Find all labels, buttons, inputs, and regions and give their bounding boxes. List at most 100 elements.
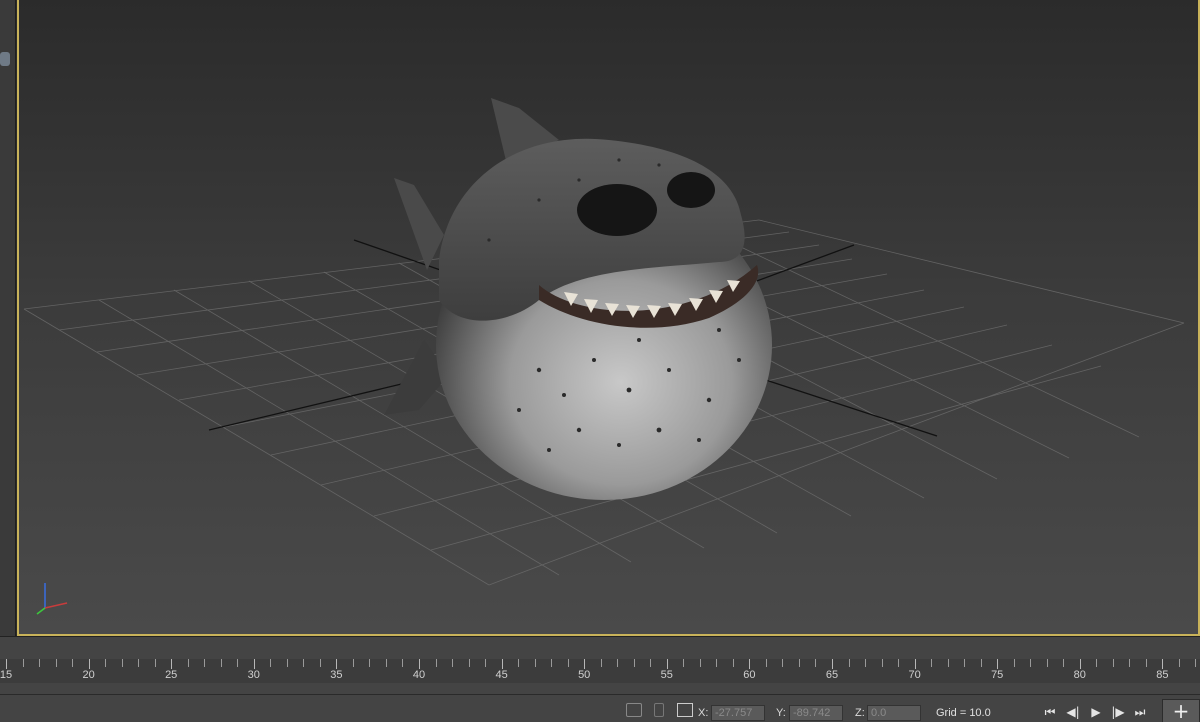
ruler-tick <box>732 659 734 667</box>
ruler-label: 30 <box>247 669 260 681</box>
ruler-tick <box>947 659 949 667</box>
ruler-major-tick <box>6 659 7 669</box>
ruler-tick <box>600 659 602 667</box>
ruler-tick <box>848 659 850 667</box>
ruler-tick <box>1063 659 1065 667</box>
ruler-tick <box>286 659 288 667</box>
ruler-tick <box>1046 659 1048 667</box>
ruler-major-tick <box>749 659 751 669</box>
ruler-tick <box>1195 659 1197 667</box>
ruler-major-tick <box>584 659 586 669</box>
absolute-mode-transform-icon[interactable] <box>677 703 693 717</box>
ruler-tick <box>121 659 123 667</box>
ruler-tick <box>815 659 817 667</box>
ruler-tick <box>1145 659 1147 667</box>
ruler-major-tick <box>914 659 916 669</box>
ruler-label: 20 <box>82 669 95 681</box>
ruler-label: 25 <box>165 669 178 681</box>
ruler-label: 40 <box>412 669 426 681</box>
ruler-tick <box>765 659 767 667</box>
ruler-label: 45 <box>495 669 508 681</box>
x-coordinate-field[interactable]: -27.757 <box>711 705 765 721</box>
ruler-tick <box>39 659 41 667</box>
grid-size-readout: Grid = 10.0 <box>936 707 991 719</box>
status-bar: X: -27.757 Y: -89.742 Z: 0.0 Grid = 10.0… <box>0 694 1200 722</box>
ruler-major-tick <box>501 659 503 669</box>
next-frame-icon[interactable]: |▶ <box>1108 704 1128 720</box>
ruler-tick <box>1096 659 1098 667</box>
ruler-tick <box>237 659 239 667</box>
ruler-tick <box>154 659 156 667</box>
ruler-label: 55 <box>660 669 673 681</box>
ruler-tick <box>22 659 24 667</box>
ruler-tick <box>204 659 206 667</box>
ruler-label: 60 <box>743 669 756 681</box>
ruler-tick <box>931 659 933 667</box>
ruler-label: 85 <box>1156 669 1169 681</box>
ruler-major-tick <box>1162 659 1164 669</box>
ruler-major-tick <box>253 659 255 669</box>
ruler-tick <box>865 659 867 667</box>
ruler-tick <box>352 659 354 667</box>
ruler-tick <box>1178 659 1180 667</box>
ruler-tick <box>716 659 718 667</box>
ruler-label: 80 <box>1073 669 1086 681</box>
time-slider-track[interactable]: 15 20 25 30 35 40 45 50 55 60 65 70 75 80 85 <box>0 636 1200 694</box>
ruler-label: 50 <box>578 669 591 681</box>
ruler-label: 65 <box>825 669 839 681</box>
ruler-tick <box>402 659 404 667</box>
previous-frame-icon[interactable]: ◀| <box>1063 704 1083 720</box>
z-coordinate-field[interactable]: 0.0 <box>867 705 921 721</box>
ruler-tick <box>452 659 454 667</box>
ruler-tick <box>699 659 701 667</box>
ruler-tick <box>617 659 619 667</box>
ruler-tick <box>798 659 800 667</box>
left-command-strip <box>0 0 16 636</box>
ruler-tick <box>518 659 520 667</box>
ruler-tick <box>369 659 371 667</box>
ruler-tick <box>980 659 982 667</box>
ruler-tick <box>1030 659 1032 667</box>
y-label: Y: <box>776 707 786 719</box>
ruler-label: 70 <box>908 669 921 681</box>
y-coordinate-field[interactable]: -89.742 <box>789 705 843 721</box>
ruler-tick <box>881 659 883 667</box>
ruler-major-tick <box>832 659 833 669</box>
ruler-tick <box>138 659 140 667</box>
ruler-tick <box>964 659 966 667</box>
shark-model[interactable] <box>384 98 772 500</box>
ruler-tick <box>782 659 784 667</box>
ruler-tick <box>1112 659 1114 667</box>
ruler-tick <box>485 659 487 667</box>
isolate-selection-icon[interactable] <box>626 703 642 717</box>
ruler-major-tick <box>171 659 173 669</box>
ruler-tick <box>55 659 57 667</box>
ruler-tick <box>551 659 553 667</box>
ruler-tick <box>633 659 635 667</box>
play-icon[interactable]: ▶ <box>1086 704 1106 720</box>
ruler-tick <box>435 659 437 667</box>
ruler-tick <box>534 659 536 667</box>
ruler-major-tick <box>88 659 90 669</box>
ruler-tick <box>898 659 900 667</box>
go-to-start-icon[interactable]: ⏮ <box>1040 704 1060 720</box>
ruler-tick <box>1129 659 1131 667</box>
lock-selection-icon[interactable] <box>654 703 664 717</box>
ruler-tick <box>72 659 74 667</box>
ruler-tick <box>1013 659 1015 667</box>
ruler-major-tick <box>419 659 420 669</box>
perspective-viewport[interactable] <box>17 0 1200 636</box>
ruler-tick <box>220 659 222 667</box>
ruler-tick <box>105 659 107 667</box>
track-bar-ruler[interactable]: 15 20 25 30 35 40 45 50 55 60 65 70 75 80 85 <box>0 659 1200 683</box>
ruler-tick <box>468 659 470 667</box>
ruler-major-tick <box>336 659 338 669</box>
ruler-tick <box>567 659 569 667</box>
add-button[interactable]: + <box>1162 699 1200 722</box>
go-to-end-icon[interactable]: ⏭ <box>1130 704 1150 720</box>
viewport-nav-icon[interactable] <box>0 52 10 66</box>
ruler-tick <box>270 659 272 667</box>
ruler-tick <box>187 659 189 667</box>
ruler-tick <box>650 659 652 667</box>
ruler-tick <box>385 659 387 667</box>
